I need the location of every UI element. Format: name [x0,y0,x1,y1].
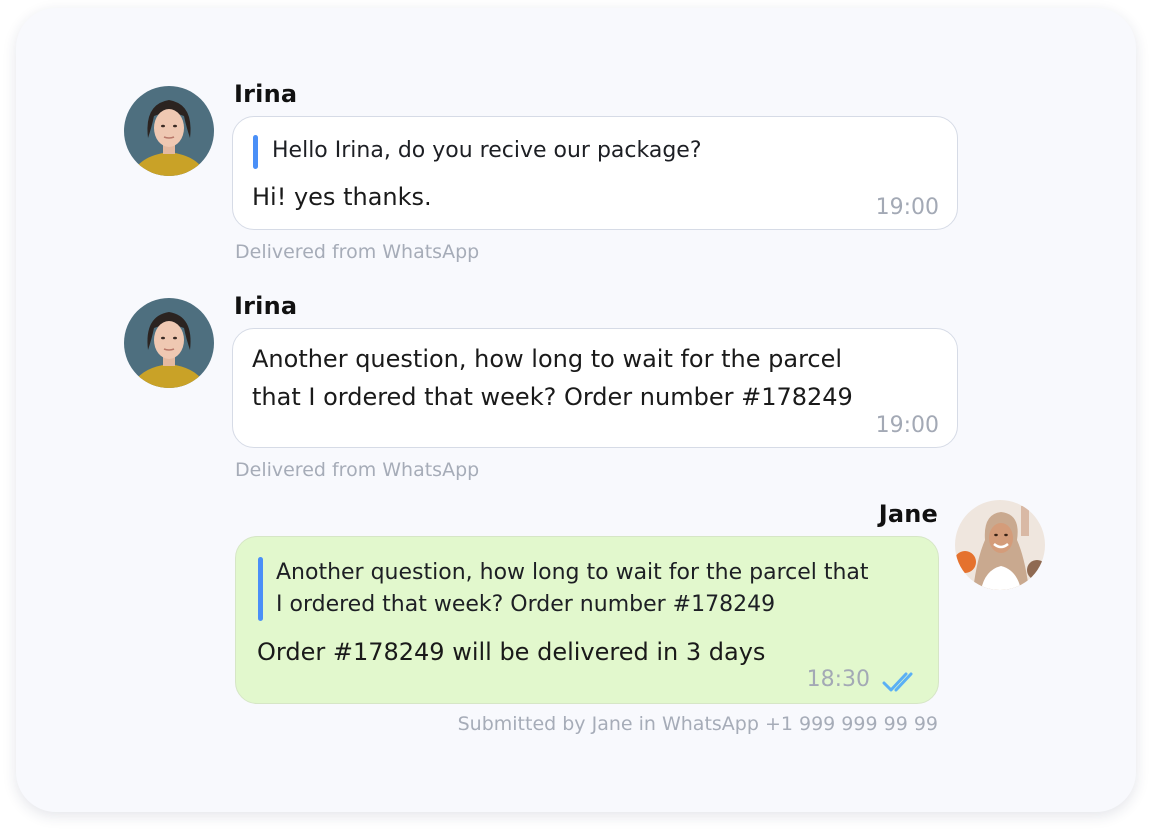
message-time: 18:30 [806,667,870,692]
message-text: Order #178249 will be delivered in 3 day… [257,638,766,666]
message-bubble[interactable]: Another question, how long to wait for t… [235,536,939,704]
message-text: Hi! yes thanks. [252,183,432,211]
jane-avatar[interactable] [955,500,1045,590]
sender-name: Irina [234,80,298,108]
irina-avatar[interactable] [124,298,214,388]
sender-name: Jane [878,500,938,528]
quote-bar [258,557,263,621]
message-bubble[interactable]: Another question, how long to wait for t… [232,328,958,448]
delivery-note: Delivered from WhatsApp [235,459,480,481]
irina-avatar-image [124,298,214,388]
irina-avatar[interactable] [124,86,214,176]
sender-name: Irina [234,292,298,320]
delivery-note: Delivered from WhatsApp [235,241,480,263]
double-check-icon [882,672,913,692]
quote-bar [253,135,258,169]
irina-avatar-image [124,86,214,176]
message-time: 19:00 [875,413,939,438]
quoted-text: Another question, how long to wait for t… [276,560,869,617]
quoted-message[interactable]: Another question, how long to wait for t… [258,557,918,621]
quoted-text: Hello Irina, do you recive our package? [272,138,702,163]
message-text: Another question, how long to wait for t… [252,345,853,411]
jane-avatar-image [955,500,1045,590]
message-bubble[interactable]: Hello Irina, do you recive our package? … [232,116,958,230]
delivery-note: Submitted by Jane in WhatsApp +1 999 999… [457,713,938,735]
message-time: 19:00 [875,195,939,220]
quoted-message[interactable]: Hello Irina, do you recive our package? [253,135,933,169]
